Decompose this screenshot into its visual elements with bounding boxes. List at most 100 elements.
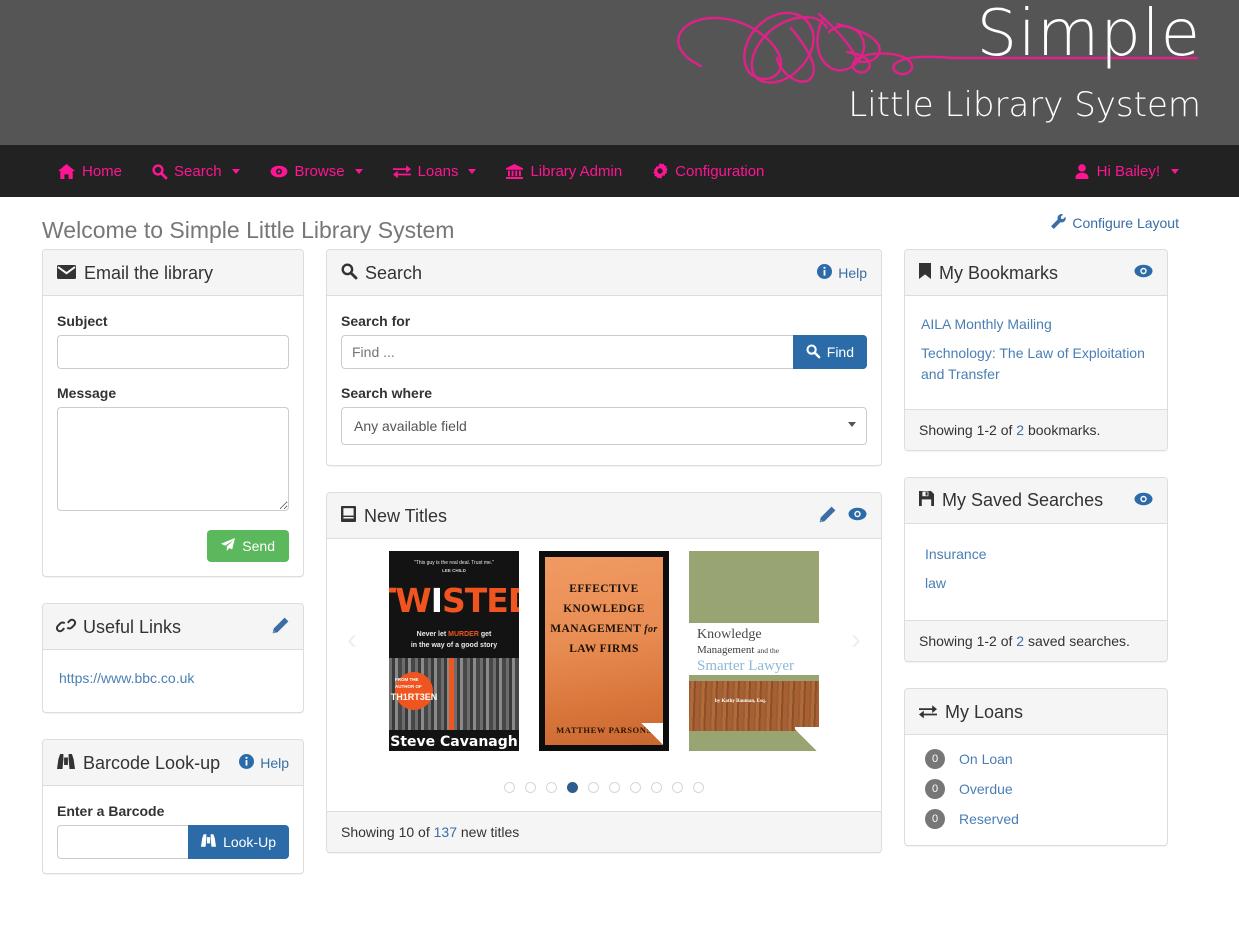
loan-row-overdue[interactable]: 0 Overdue: [919, 779, 1153, 800]
subject-input[interactable]: [57, 335, 289, 369]
new-titles-footer: Showing 10 of 137 new titles: [327, 811, 881, 852]
message-textarea[interactable]: [57, 407, 289, 511]
chevron-down-icon: [354, 168, 363, 174]
my-loans-panel: My Loans 0 On Loan 0 Overdue 0 Reserved: [904, 688, 1168, 847]
search-help-link[interactable]: Help: [817, 263, 867, 282]
loan-row-on-loan[interactable]: 0 On Loan: [919, 749, 1153, 770]
carousel-dot-active[interactable]: [567, 782, 578, 793]
help-label: Help: [838, 264, 867, 281]
panel-header: Email the library: [43, 250, 303, 296]
barcode-input[interactable]: [57, 825, 189, 860]
carousel-dot[interactable]: [588, 782, 599, 793]
loan-label[interactable]: On Loan: [959, 751, 1013, 767]
panel-title-text: Search: [365, 262, 423, 283]
barcode-lookup-panel: Barcode Look-up Help Enter a Barcode Loo…: [42, 739, 304, 875]
footer-count[interactable]: 137: [434, 824, 457, 840]
nav-item-library-admin[interactable]: Library Admin: [506, 163, 638, 180]
panel-header-actions: [819, 506, 867, 526]
loan-count-badge: 0: [925, 779, 945, 800]
panel-header-actions: [1134, 492, 1153, 509]
envelope-icon: [57, 264, 76, 282]
chevron-down-icon: [231, 168, 240, 174]
nav-item-configuration[interactable]: Configuration: [652, 163, 780, 180]
search-for-group: Search for Find: [341, 313, 867, 369]
save-icon: [919, 491, 934, 509]
search-icon: [806, 343, 821, 361]
eye-icon[interactable]: [1134, 264, 1153, 281]
panel-title: My Saved Searches: [919, 491, 1103, 509]
configure-layout-button[interactable]: Configure Layout: [1051, 214, 1179, 232]
loan-label[interactable]: Reserved: [959, 811, 1019, 827]
carousel-dot[interactable]: [609, 782, 620, 793]
nav-user-menu[interactable]: Hi Bailey!: [1075, 163, 1179, 180]
eye-icon[interactable]: [848, 507, 867, 524]
cover-author: Steve Cavanagh: [390, 733, 518, 750]
paper-plane-icon: [221, 538, 236, 554]
book-cover-knowledge-management-smarter-lawyer[interactable]: Knowledge Management and the Smarter Law…: [689, 551, 819, 751]
carousel-dot[interactable]: [504, 782, 515, 793]
bank-icon: [506, 163, 524, 179]
nav-label: Loans: [417, 162, 459, 180]
footer-count[interactable]: 2: [1016, 633, 1024, 649]
search-panel: Search Help Search for Find ... Find Sea…: [326, 249, 882, 466]
bookmark-item[interactable]: AILA Monthly Mailing: [921, 314, 1151, 334]
panel-title-text: Email the library: [84, 262, 214, 283]
footer-suffix: saved searches.: [1024, 633, 1130, 650]
carousel-dot[interactable]: [630, 782, 641, 793]
bookmark-item[interactable]: Technology: The Law of Exploitation and …: [921, 343, 1151, 384]
footer-count[interactable]: 2: [1016, 422, 1024, 438]
saved-search-item[interactable]: law: [925, 573, 1151, 593]
saved-searches-footer: Showing 1-2 of 2 saved searches.: [905, 620, 1167, 662]
carousel-dot[interactable]: [525, 782, 536, 793]
cover-line-4: Law Firms: [569, 643, 639, 656]
barcode-label: Enter a Barcode: [57, 803, 165, 820]
new-titles-carousel: ‹ › "This guy is the real deal. Trust me…: [327, 539, 881, 811]
cover-shelf-art: FROM THE AUTHOR OF TH1RT3EN: [389, 657, 519, 730]
chevron-down-icon: [1171, 168, 1179, 174]
search-where-group: Search where Any available field: [341, 385, 867, 445]
carousel-dot[interactable]: [693, 782, 704, 793]
cover-badge-line1: FROM THE AUTHOR OF: [395, 677, 422, 689]
search-icon: [152, 163, 168, 179]
info-icon: [817, 263, 833, 282]
cover-line-3: Management: [550, 623, 641, 636]
panel-header: Barcode Look-up Help: [43, 740, 303, 787]
panel-title: My Loans: [919, 703, 1023, 721]
my-saved-searches-panel: My Saved Searches Insurance law Showing …: [904, 476, 1168, 663]
pencil-icon[interactable]: [819, 506, 836, 526]
nav-item-loans[interactable]: Loans: [392, 162, 493, 180]
barcode-help-link[interactable]: Help: [239, 753, 289, 772]
saved-search-item[interactable]: Insurance: [925, 544, 1151, 564]
carousel-dot[interactable]: [546, 782, 557, 793]
nav-item-browse[interactable]: Browse: [270, 163, 379, 180]
main-navbar: Home Search Browse Loans Library Admin C…: [0, 145, 1239, 197]
carousel-indicators: [327, 782, 881, 793]
cover-line-3: Smarter Lawyer: [697, 657, 795, 674]
info-icon: [239, 753, 255, 772]
carousel-dot[interactable]: [672, 782, 683, 793]
search-input-group: Find: [341, 335, 867, 369]
bookmarks-footer: Showing 1-2 of 2 bookmarks.: [905, 408, 1167, 450]
lookup-button[interactable]: Look-Up: [188, 825, 289, 860]
chevron-left-icon[interactable]: ‹: [347, 625, 357, 655]
loan-row-reserved[interactable]: 0 Reserved: [919, 809, 1153, 830]
cover-line-1: Knowledge: [697, 627, 762, 642]
send-label: Send: [242, 538, 275, 554]
chevron-right-icon[interactable]: ›: [851, 625, 861, 655]
loan-label[interactable]: Overdue: [959, 781, 1013, 797]
send-button[interactable]: Send: [207, 530, 289, 562]
carousel-dot[interactable]: [651, 782, 662, 793]
panel-title-text: My Saved Searches: [942, 490, 1104, 511]
book-cover-twisted[interactable]: "This guy is the real deal. Trust me." L…: [389, 551, 519, 751]
search-where-select[interactable]: Any available field: [341, 407, 867, 445]
pencil-icon[interactable]: [272, 617, 289, 637]
eye-icon[interactable]: [1134, 492, 1153, 509]
nav-item-home[interactable]: Home: [58, 163, 138, 180]
nav-item-search[interactable]: Search: [152, 163, 256, 180]
message-group: Message: [57, 385, 289, 514]
search-input[interactable]: [341, 335, 793, 369]
useful-link[interactable]: https://www.bbc.co.uk: [59, 668, 287, 688]
book-cover-effective-knowledge-management[interactable]: Effective Knowledge Management for Law F…: [539, 551, 669, 751]
find-label: Find: [826, 344, 854, 360]
find-button[interactable]: Find: [792, 335, 867, 369]
